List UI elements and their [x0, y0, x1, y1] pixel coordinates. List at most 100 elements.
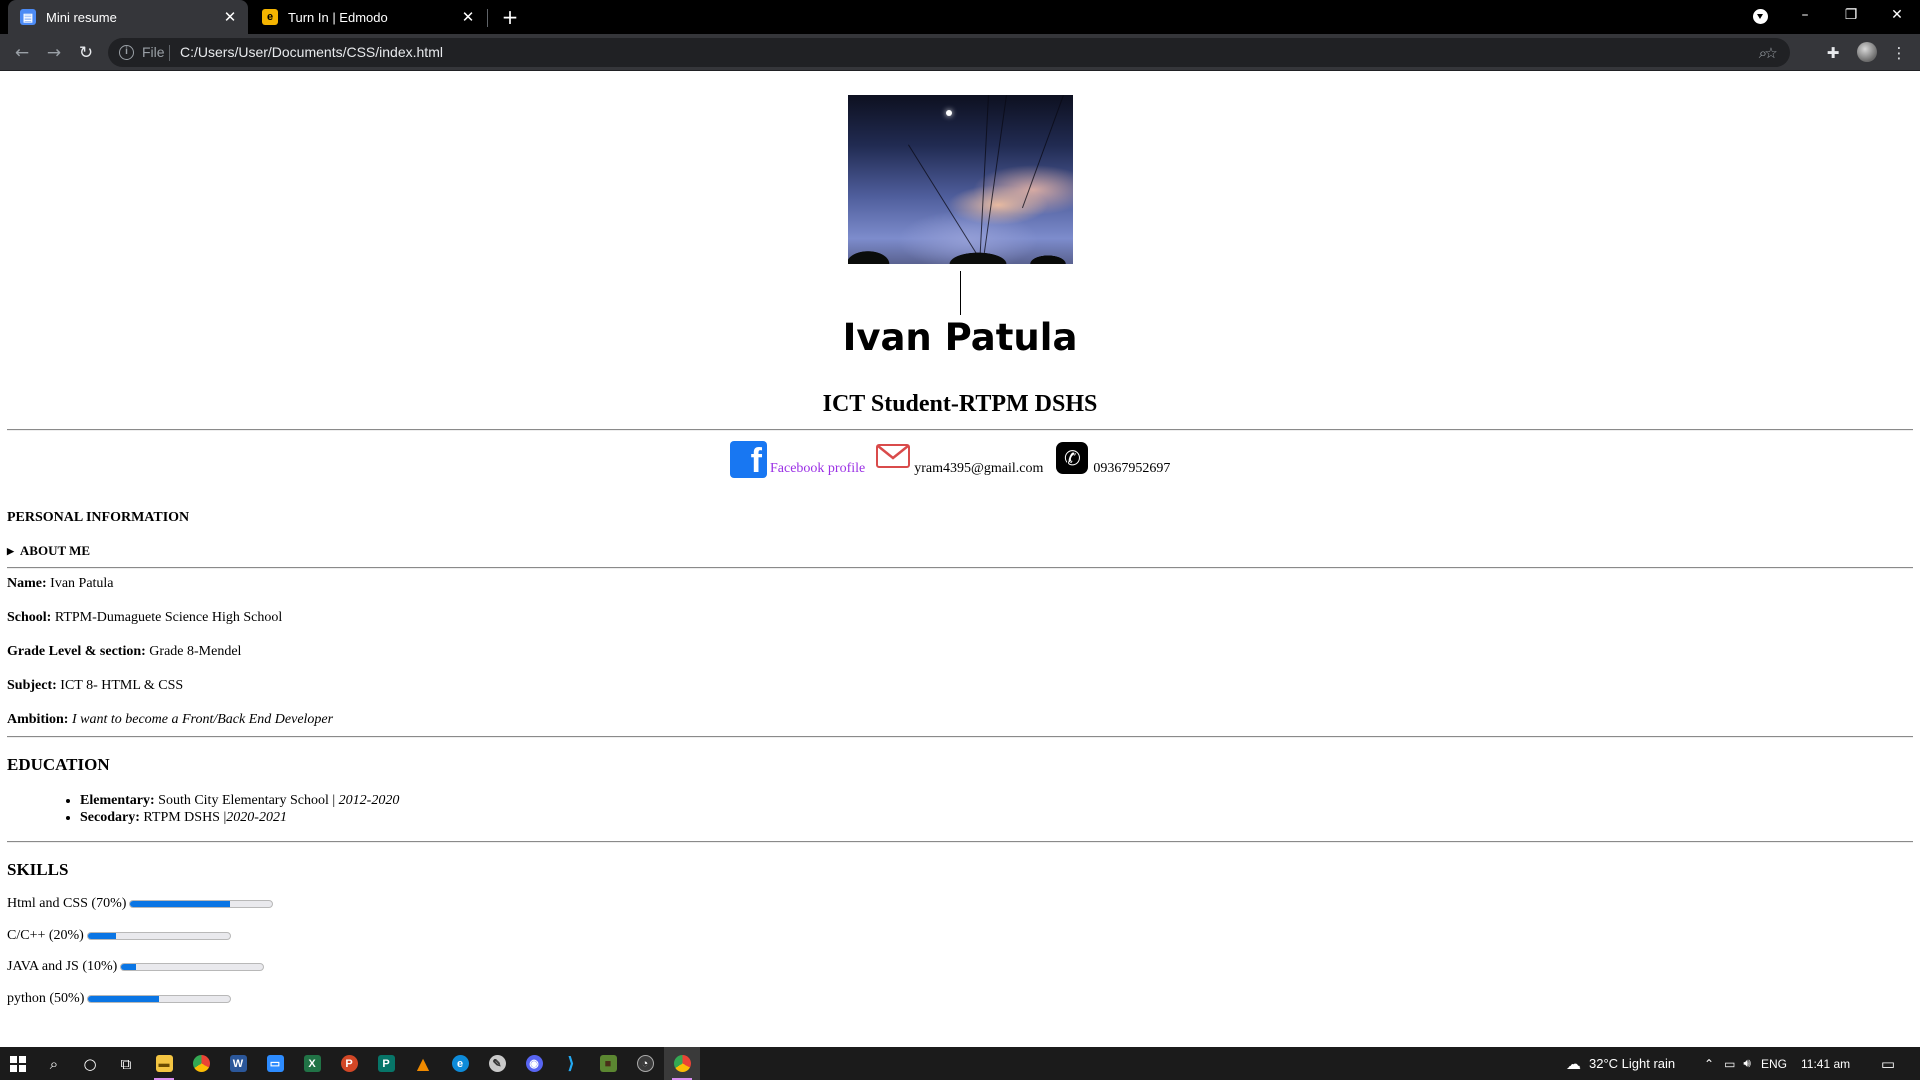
info-label: Ambition: — [7, 712, 69, 727]
info-row-name: Name: Ivan Patula — [7, 576, 114, 592]
phone-icon: ✆ — [1056, 442, 1089, 474]
info-value: I want to become a Front/Back End Develo… — [71, 712, 334, 727]
word-icon[interactable]: W — [220, 1047, 256, 1080]
browser-toolbar: ← → ↻ i File C:/Users/User/Documents/CSS… — [0, 34, 1920, 71]
info-value: Ivan Patula — [50, 576, 114, 591]
progress-fill — [130, 901, 230, 907]
section-heading-skills: SKILLS — [7, 860, 69, 879]
paint-3d-icon[interactable]: ✎ — [479, 1047, 515, 1080]
discord-icon[interactable]: ◉ — [516, 1047, 552, 1080]
windows-start-icon[interactable] — [0, 1047, 36, 1080]
close-icon[interactable]: ✕ — [220, 8, 240, 26]
address-bar[interactable]: i File C:/Users/User/Documents/CSS/index… — [108, 38, 1790, 67]
edu-years: 2012-2020 — [338, 793, 400, 808]
task-view-icon[interactable]: ⧉ — [108, 1047, 144, 1080]
profile-avatar[interactable] — [1857, 42, 1877, 62]
weather-text: 32°C Light rain — [1589, 1056, 1676, 1071]
resume-page: Ivan Patula ICT Student-RTPM DSHS f Face… — [0, 71, 1920, 1047]
info-label: Name: — [7, 576, 47, 591]
facebook-link[interactable]: Facebook profile — [770, 461, 865, 477]
edmodo-icon: e — [262, 9, 278, 25]
tab-divider — [487, 9, 488, 27]
divider — [7, 567, 1913, 569]
powerpoint-icon[interactable]: P — [331, 1047, 367, 1080]
skill-label: C/C++ (20%) — [7, 928, 84, 943]
skill-progress-bar — [129, 900, 274, 908]
bookmark-star-icon[interactable]: ☆ — [1760, 42, 1782, 64]
resume-name: Ivan Patula — [842, 316, 1078, 359]
excel-icon[interactable]: X — [294, 1047, 330, 1080]
vlc-icon[interactable]: ▲ — [405, 1047, 441, 1080]
tab-edmodo[interactable]: e Turn In | Edmodo ✕ — [250, 0, 486, 34]
section-heading-personal-info: PERSONAL INFORMATION — [7, 510, 190, 525]
tray-icons[interactable]: ⌃ ▭ 🔊︎ ENG 11:41 am — [1704, 1047, 1850, 1080]
close-window-button[interactable]: ✕ — [1874, 0, 1920, 30]
chrome-icon[interactable] — [183, 1047, 219, 1080]
info-row-subject: Subject: ICT 8- HTML & CSS — [7, 678, 183, 694]
photo-wire — [1021, 95, 1064, 209]
weather-widget[interactable]: ☁ 32°C Light rain — [1566, 1047, 1675, 1080]
windows-taskbar: ⌕ ○ ⧉ ▬ W ▭ X P P ▲ e ✎ ◉ ⟩ ■ ◔ ☁ 32°C L… — [0, 1047, 1920, 1080]
about-me-label: ABOUT ME — [19, 543, 91, 558]
skill-label: JAVA and JS (10%) — [7, 959, 118, 974]
chrome-active-icon[interactable] — [664, 1047, 700, 1080]
language-indicator[interactable]: ENG — [1761, 1057, 1787, 1071]
close-icon[interactable]: ✕ — [458, 8, 478, 26]
divider — [7, 841, 1913, 843]
forward-button[interactable]: → — [41, 40, 67, 66]
education-list: Elementary: South City Elementary School… — [64, 792, 399, 826]
restore-button[interactable]: ❐ — [1828, 0, 1874, 30]
edu-school: RTPM DSHS | — [143, 810, 227, 825]
volume-icon[interactable]: 🔊︎ — [1743, 1056, 1751, 1071]
skill-progress-bar — [87, 995, 232, 1003]
info-row-grade: Grade Level & section: Grade 8-Mendel — [7, 644, 241, 660]
obs-icon[interactable]: ◔ — [627, 1047, 663, 1080]
minecraft-icon[interactable]: ■ — [590, 1047, 626, 1080]
cortana-icon[interactable]: ○ — [72, 1047, 108, 1080]
zoom-icon[interactable]: ▭ — [257, 1047, 293, 1080]
document-icon: ▤ — [20, 9, 36, 25]
notifications-icon[interactable]: ▭ — [1870, 1047, 1906, 1080]
info-label: School: — [7, 610, 52, 625]
new-tab-button[interactable]: + — [498, 5, 522, 29]
divider — [7, 736, 1913, 738]
network-icon[interactable]: ▭ — [1724, 1057, 1735, 1071]
clock[interactable]: 11:41 am — [1801, 1057, 1850, 1071]
back-button[interactable]: ← — [9, 40, 35, 66]
address-divider — [169, 45, 170, 61]
info-value: ICT 8- HTML & CSS — [60, 678, 184, 693]
scheme-label: File — [142, 44, 165, 60]
edu-label: Elementary: — [80, 793, 155, 808]
url-text[interactable]: C:/Users/User/Documents/CSS/index.html — [180, 44, 443, 60]
tab-mini-resume[interactable]: ▤ Mini resume ✕ — [8, 0, 248, 34]
publisher-icon[interactable]: P — [368, 1047, 404, 1080]
skill-row: Html and CSS (70%) — [7, 896, 274, 912]
tab-title: Turn In | Edmodo — [288, 9, 388, 25]
edu-label: Secodary: — [80, 810, 140, 825]
cloud-rain-icon: ☁ — [1566, 1054, 1581, 1073]
skill-progress-bar — [86, 932, 231, 940]
file-explorer-icon[interactable]: ▬ — [146, 1047, 182, 1080]
list-item: Elementary: South City Elementary School… — [80, 792, 399, 809]
divider — [7, 429, 1913, 431]
edu-school: South City Elementary School | — [158, 793, 339, 808]
info-icon[interactable]: i — [119, 45, 134, 60]
minimize-button[interactable]: – — [1782, 0, 1828, 30]
facebook-icon[interactable]: f — [730, 441, 767, 478]
contact-row: f Facebook profile yram4395@gmail.com ✆ … — [730, 438, 1170, 478]
info-row-school: School: RTPM-Dumaguete Science High Scho… — [7, 610, 282, 626]
reload-button[interactable]: ↻ — [73, 40, 99, 66]
menu-icon[interactable]: ⋮ — [1886, 40, 1912, 66]
edge-icon[interactable]: e — [442, 1047, 478, 1080]
tab-search-icon[interactable] — [1753, 9, 1768, 24]
info-label: Grade Level & section: — [7, 644, 146, 659]
chevron-up-icon[interactable]: ⌃ — [1704, 1057, 1714, 1071]
email-text: yram4395@gmail.com — [914, 461, 1044, 476]
progress-fill — [121, 964, 136, 970]
info-row-ambition: Ambition: I want to become a Front/Back … — [7, 712, 333, 728]
search-icon[interactable]: ⌕ — [36, 1047, 72, 1080]
extensions-icon[interactable]: ✚ — [1820, 40, 1846, 66]
about-me-toggle[interactable]: ▶ ABOUT ME — [7, 543, 90, 559]
list-item: Secodary: RTPM DSHS |2020-2021 — [80, 809, 399, 826]
vscode-icon[interactable]: ⟩ — [553, 1047, 589, 1080]
